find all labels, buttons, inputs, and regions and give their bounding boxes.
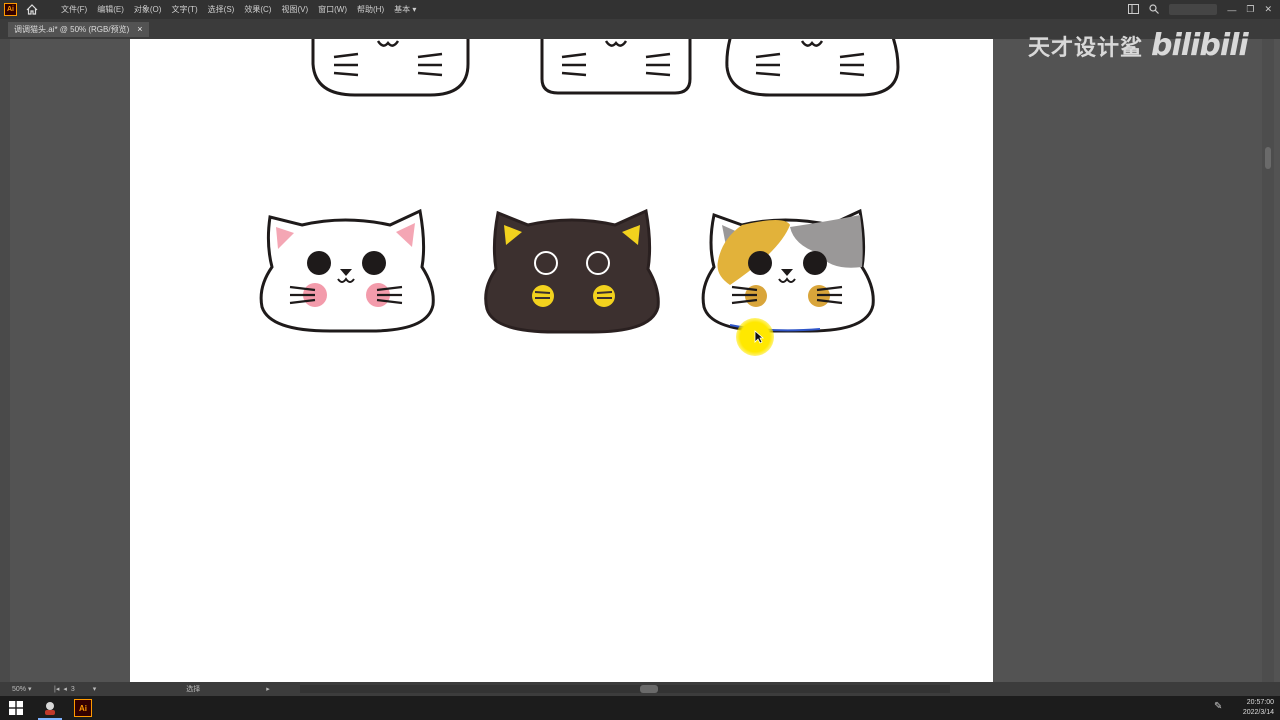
status-menu-icon[interactable]: ▸ (266, 685, 270, 693)
vertical-scrollbar[interactable] (1262, 39, 1274, 682)
toolbar-strip (0, 39, 10, 682)
workspace-switcher[interactable]: 基本 ▾ (394, 4, 416, 15)
mouse-pointer-icon (754, 330, 764, 344)
search-icon[interactable] (1149, 3, 1160, 16)
arrange-documents-icon[interactable] (1128, 3, 1140, 16)
menu-object[interactable]: 对象(O) (134, 4, 162, 15)
artboard-index[interactable]: 3 (71, 686, 75, 693)
taskbar: Ai ✎ 20:57:00 2022/3/14 (0, 696, 1280, 720)
menu-help[interactable]: 帮助(H) (357, 4, 384, 15)
menu-window[interactable]: 窗口(W) (318, 4, 347, 15)
zoom-level[interactable]: 50% ▾ (12, 685, 48, 693)
artwork (259, 39, 900, 334)
minimize-icon[interactable]: — (1227, 5, 1236, 15)
black-cat-head (484, 208, 660, 334)
watermark-text: 天才设计鲨 (1028, 34, 1144, 60)
pen-tray-icon[interactable]: ✎ (1214, 701, 1228, 715)
windows-start-icon[interactable] (9, 701, 23, 715)
artboard[interactable] (130, 39, 993, 682)
menu-view[interactable]: 视图(V) (281, 4, 308, 15)
taskbar-app-avatar-icon[interactable] (40, 698, 60, 718)
menu-bar: Ai 文件(F) 编辑(E) 对象(O) 文字(T) 选择(S) 效果(C) 视… (0, 0, 1280, 19)
close-tab-icon[interactable]: × (137, 22, 142, 37)
home-icon[interactable] (25, 3, 39, 17)
menu-select[interactable]: 选择(S) (208, 4, 235, 15)
restore-icon[interactable]: ❐ (1246, 4, 1254, 15)
document-tab-title: 调调猫头.ai* @ 50% (RGB/预览) (14, 25, 130, 34)
menu-file[interactable]: 文件(F) (61, 4, 87, 15)
prev-artboard-icon[interactable]: ◂ (63, 685, 67, 693)
artboard-navigator[interactable]: |◂ ◂ 3 ▾ (54, 685, 97, 694)
vertical-scroll-thumb[interactable] (1265, 147, 1271, 169)
close-window-icon[interactable]: ✕ (1264, 4, 1272, 15)
horizontal-scroll-thumb[interactable] (640, 685, 658, 693)
menu-effect[interactable]: 效果(C) (244, 4, 271, 15)
outline-cat-2 (540, 39, 692, 95)
menu-edit[interactable]: 编辑(E) (97, 4, 124, 15)
menu-type[interactable]: 文字(T) (171, 4, 197, 15)
first-artboard-icon[interactable]: |◂ (54, 685, 59, 693)
artboard-dropdown-icon[interactable]: ▾ (93, 685, 97, 693)
document-tab[interactable]: 调调猫头.ai* @ 50% (RGB/预览) × (8, 22, 149, 37)
taskbar-illustrator-icon[interactable]: Ai (74, 699, 92, 717)
search-field[interactable] (1169, 4, 1218, 15)
illustrator-logo-icon: Ai (4, 3, 17, 16)
current-tool-label: 选择 (186, 686, 201, 693)
outline-cat-1 (311, 39, 470, 97)
bilibili-logo-icon: bilibili (1151, 28, 1249, 63)
outline-cat-3 (725, 39, 900, 97)
clock-date: 2022/3/14 (1242, 709, 1274, 716)
clock-time: 20:57:00 (1246, 699, 1274, 706)
calico-cat-head (701, 208, 875, 333)
white-cat-head (259, 208, 435, 333)
horizontal-scrollbar[interactable] (300, 685, 950, 693)
watermark: 天才设计鲨 bilibili (1028, 28, 1249, 63)
status-bar: 50% ▾ |◂ ◂ 3 ▾ 选择 ▸ (0, 682, 1280, 696)
system-clock[interactable]: 20:57:00 2022/3/14 (1236, 698, 1274, 718)
